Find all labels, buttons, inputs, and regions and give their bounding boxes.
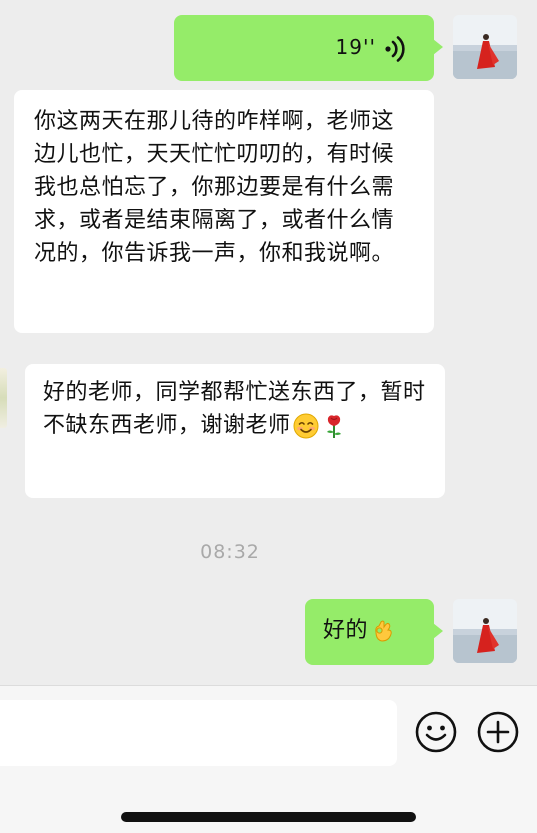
home-indicator[interactable]: [121, 812, 416, 822]
input-bar: [0, 685, 537, 833]
message-text: 你这两天在那儿待的咋样啊，老师这边儿也忙，天天忙忙叨叨的，有时候我也总怕忘了，你…: [34, 109, 395, 266]
emoji-icon[interactable]: [414, 710, 458, 754]
reply-message-bubble[interactable]: 好的老师，同学都帮忙送东西了，暂时不缺东西老师，谢谢老师: [25, 364, 445, 498]
voice-wave-icon: [382, 35, 410, 63]
message-text: 好的老师，同学都帮忙送东西了，暂时不缺东西老师，谢谢老师: [43, 380, 426, 438]
teacher-message-bubble[interactable]: 你这两天在那儿待的咋样啊，老师这边儿也忙，天天忙忙叨叨的，有时候我也总怕忘了，你…: [14, 90, 434, 333]
chat-screen: 19'' 你这两天在那儿待的咋样啊，老师这边儿也忙，天天忙忙叨叨的，有时候我也总…: [0, 0, 537, 833]
message-timestamp: 08:32: [200, 541, 260, 563]
my-avatar[interactable]: [453, 15, 517, 79]
message-text: 好的: [323, 618, 369, 643]
voice-message-bubble[interactable]: 19'': [174, 15, 443, 81]
my-avatar[interactable]: [453, 599, 517, 663]
my-message-bubble[interactable]: 好的: [305, 599, 443, 665]
smiling-face-emoji: [293, 413, 319, 439]
partial-avatar: [0, 368, 7, 428]
message-input[interactable]: [0, 700, 397, 766]
ok-hand-emoji: [370, 618, 396, 644]
voice-duration: 19'': [335, 35, 376, 59]
plus-icon[interactable]: [476, 710, 520, 754]
rose-emoji: [321, 413, 347, 439]
